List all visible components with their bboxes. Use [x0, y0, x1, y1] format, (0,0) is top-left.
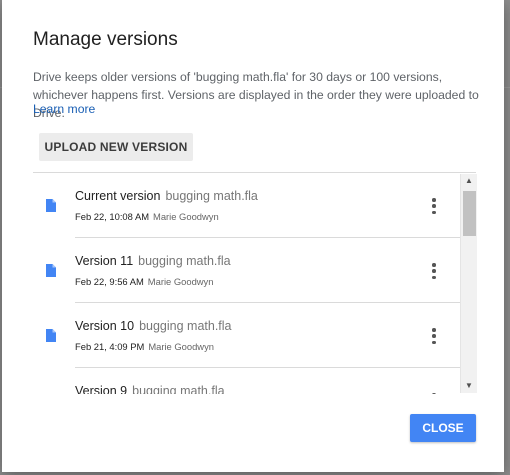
- version-row: Version 10 bugging math.fla Feb 21, 4:09 …: [33, 303, 461, 368]
- version-date: Feb 22, 10:08 AM: [75, 211, 150, 222]
- version-file-name: bugging math.fla: [138, 254, 231, 268]
- version-list: Current version bugging math.fla Feb 22, …: [33, 172, 476, 394]
- version-name: Current version bugging math.fla: [75, 189, 258, 203]
- learn-more-link[interactable]: Learn more: [33, 102, 95, 116]
- version-row: Version 9 bugging math.fla: [33, 368, 461, 394]
- version-date: Feb 22, 9:56 AM: [75, 276, 144, 287]
- version-row: Version 11 bugging math.fla Feb 22, 9:56 …: [33, 238, 461, 303]
- version-author: Marie Goodwyn: [147, 276, 214, 287]
- document-icon: [46, 264, 56, 277]
- more-vert-icon[interactable]: [427, 262, 441, 280]
- version-label: Version 10: [75, 319, 135, 333]
- upload-new-version-button[interactable]: UPLOAD NEW VERSION: [39, 133, 193, 161]
- version-file-name: bugging math.fla: [165, 189, 258, 203]
- version-meta: Feb 22, 10:08 AM Marie Goodwyn: [75, 211, 219, 222]
- version-name: Version 9 bugging math.fla: [75, 384, 225, 394]
- version-file-name: bugging math.fla: [139, 319, 232, 333]
- document-icon: [46, 329, 56, 342]
- version-meta: Feb 22, 9:56 AM Marie Goodwyn: [75, 276, 213, 287]
- dialog-title: Manage versions: [33, 29, 178, 50]
- version-list-scrollbar[interactable]: ▲ ▼: [460, 174, 477, 393]
- scroll-up-arrow-icon[interactable]: ▲: [461, 174, 477, 188]
- dialog-description: Drive keeps older versions of 'bugging m…: [33, 70, 479, 120]
- more-vert-icon[interactable]: [427, 327, 441, 345]
- version-author: Marie Goodwyn: [148, 341, 214, 352]
- document-icon: [46, 199, 56, 212]
- scrollbar-thumb[interactable]: [463, 191, 476, 236]
- version-name: Version 10 bugging math.fla: [75, 319, 232, 333]
- version-label: Version 11: [75, 254, 134, 268]
- version-author: Marie Goodwyn: [153, 211, 219, 222]
- more-vert-icon[interactable]: [427, 197, 441, 215]
- manage-versions-dialog: Manage versions Drive keeps older versio…: [2, 0, 504, 472]
- close-button[interactable]: CLOSE: [410, 414, 476, 442]
- version-name: Version 11 bugging math.fla: [75, 254, 231, 268]
- version-row: Current version bugging math.fla Feb 22, …: [33, 173, 461, 238]
- version-label: Version 9: [75, 384, 128, 394]
- scroll-down-arrow-icon[interactable]: ▼: [461, 379, 477, 393]
- version-file-name: bugging math.fla: [132, 384, 225, 394]
- more-vert-icon[interactable]: [427, 392, 441, 394]
- version-meta: Feb 21, 4:09 PM Marie Goodwyn: [75, 341, 214, 352]
- version-label: Current version: [75, 189, 161, 203]
- version-date: Feb 21, 4:09 PM: [75, 341, 145, 352]
